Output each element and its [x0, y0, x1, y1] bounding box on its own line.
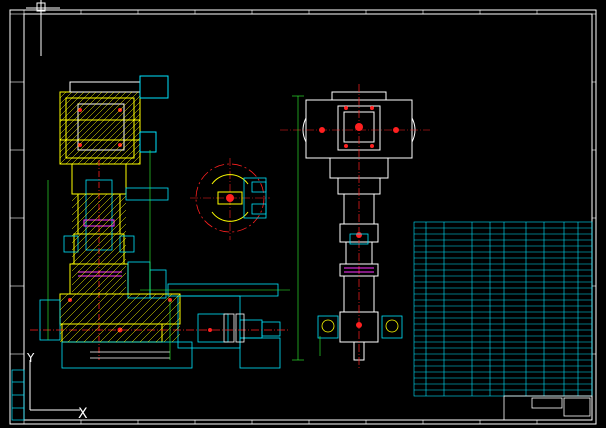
ucs-y-label: Y — [26, 351, 35, 365]
title-block — [503, 395, 593, 421]
ucs-axis-icon: Y X — [26, 351, 88, 422]
crosshair-cursor-icon — [26, 0, 60, 56]
cad-drawing-canvas[interactable]: Y X — [0, 0, 606, 428]
side-elevation-view — [280, 84, 430, 370]
ucs-x-label: X — [78, 406, 88, 422]
section-detail-view — [190, 158, 270, 240]
parts-list-table — [413, 221, 593, 397]
main-assembly-elevation — [30, 75, 290, 369]
left-title-strip — [11, 369, 25, 421]
